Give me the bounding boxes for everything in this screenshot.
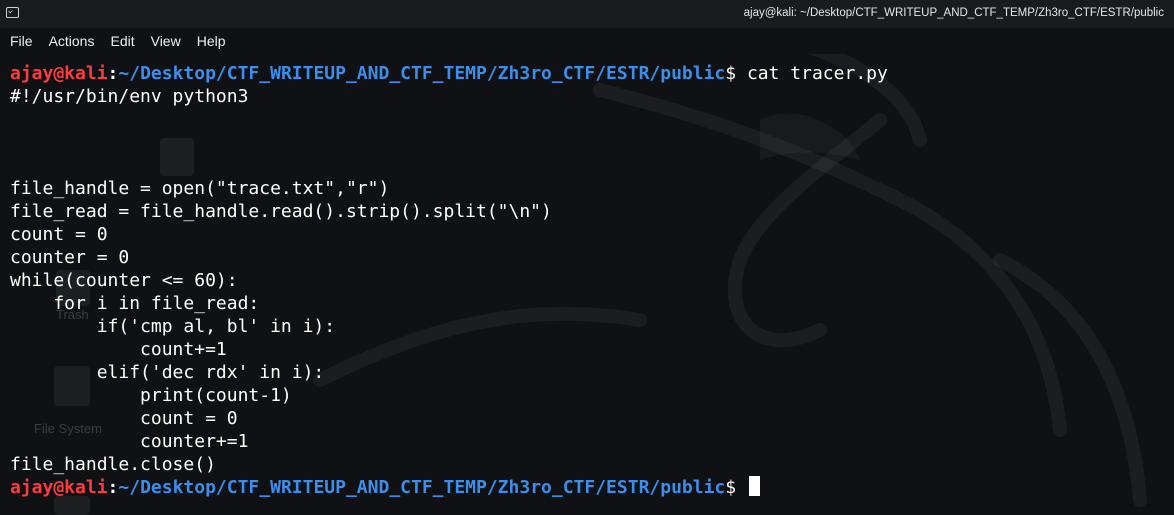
output-line: if('cmp al, bl' in i): (10, 316, 336, 337)
prompt-user-host: ajay@kali (10, 63, 108, 84)
prompt-symbol: $ (725, 63, 737, 84)
text-cursor (748, 476, 760, 496)
output-line: print(count-1) (10, 385, 292, 406)
prompt-line: ajay@kali:~/Desktop/CTF_WRITEUP_AND_CTF_… (10, 476, 1166, 499)
output-line: while(counter <= 60): (10, 270, 238, 291)
output-line: count = 0 (10, 224, 108, 245)
output-line: file_handle = open("trace.txt","r") (10, 178, 390, 199)
output-line: for i in file_read: (10, 293, 260, 314)
prompt-separator: : (107, 477, 119, 498)
prompt-symbol: $ (725, 477, 737, 498)
window-title: ajay@kali: ~/Desktop/CTF_WRITEUP_AND_CTF… (743, 7, 1164, 19)
output-line: file_handle.close() (10, 454, 216, 475)
output-line: elif('dec rdx' in i): (10, 362, 325, 383)
menu-actions[interactable]: Actions (49, 33, 103, 49)
prompt-user-host: ajay@kali (10, 477, 108, 498)
terminal-icon (6, 7, 19, 18)
command-text: cat tracer.py (736, 63, 888, 84)
terminal-window: Trash File System ajay@kali: ~/Desktop/C… (0, 0, 1174, 515)
output-line: count+=1 (10, 339, 227, 360)
prompt-path: ~/Desktop/CTF_WRITEUP_AND_CTF_TEMP/Zh3ro… (118, 63, 726, 84)
menu-bar: File Actions Edit View Help (0, 28, 1174, 54)
title-bar[interactable]: ajay@kali: ~/Desktop/CTF_WRITEUP_AND_CTF… (0, 0, 1174, 28)
prompt-path: ~/Desktop/CTF_WRITEUP_AND_CTF_TEMP/Zh3ro… (118, 477, 726, 498)
prompt-separator: : (107, 63, 119, 84)
menu-view[interactable]: View (151, 33, 189, 49)
output-line: counter+=1 (10, 431, 249, 452)
terminal-output[interactable]: ajay@kali:~/Desktop/CTF_WRITEUP_AND_CTF_… (10, 62, 1166, 499)
menu-file[interactable]: File (10, 33, 41, 49)
output-line: file_read = file_handle.read().strip().s… (10, 201, 552, 222)
output-line: #!/usr/bin/env python3 (10, 86, 249, 107)
prompt-line: ajay@kali:~/Desktop/CTF_WRITEUP_AND_CTF_… (10, 62, 1166, 85)
menu-edit[interactable]: Edit (110, 33, 142, 49)
menu-help[interactable]: Help (197, 33, 234, 49)
output-line: count = 0 (10, 408, 238, 429)
output-line: counter = 0 (10, 247, 130, 268)
